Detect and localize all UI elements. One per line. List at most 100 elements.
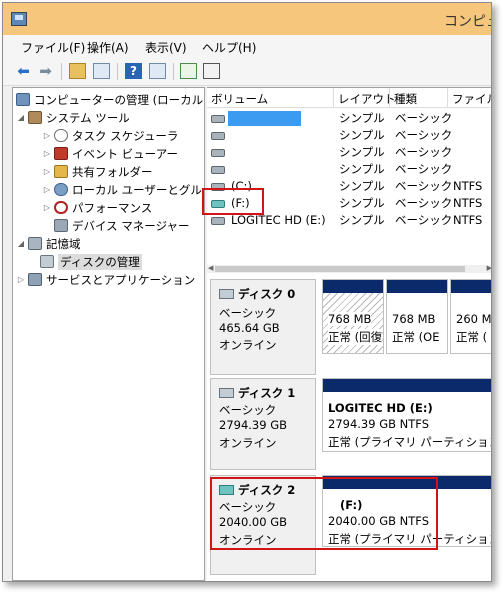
scrollbar-thumb[interactable] <box>215 266 465 272</box>
toolbar-separator <box>117 63 118 80</box>
disk-size: 2794.39 GB <box>219 418 288 432</box>
window-title: コンピュ <box>444 14 491 30</box>
partition-size: 260 M <box>456 312 492 326</box>
toolbar-separator <box>173 63 174 80</box>
tools-icon <box>28 111 42 124</box>
tree-item-event-viewer[interactable]: ▷ イベント ビューアー <box>41 145 178 163</box>
tree-item-local-users[interactable]: ▷ ローカル ユーザーとグループ <box>41 181 204 199</box>
disk-status: オンライン <box>219 338 277 352</box>
column-header-volume[interactable]: ボリューム <box>211 91 268 107</box>
tree-item-disk-management[interactable]: ディスクの管理 <box>39 253 142 271</box>
services-icon <box>28 273 42 286</box>
computer-management-icon <box>11 12 27 26</box>
volume-type: ベーシック <box>395 196 453 210</box>
tree-item-root[interactable]: コンピューターの管理 (ローカル) <box>15 91 205 109</box>
clock-icon <box>54 129 68 142</box>
disk-status: オンライン <box>219 436 277 450</box>
partition-status: 正常 ( <box>456 330 488 344</box>
horizontal-scrollbar[interactable]: ◀ ▶ <box>207 264 491 273</box>
tree-item-label: ディスクの管理 <box>58 254 142 270</box>
volume-type: ベーシック <box>395 162 453 176</box>
expand-arrow-icon[interactable]: ▷ <box>15 271 27 289</box>
column-header-type[interactable]: 種類 <box>394 91 417 107</box>
disk-1: ディスク 1 ベーシック 2794.39 GB オンライン LOGITEC HD… <box>207 378 491 470</box>
volume-filesystem: NTFS <box>453 213 483 227</box>
column-divider[interactable] <box>447 88 448 107</box>
shared-folder-icon <box>54 165 68 178</box>
disk-icon <box>219 388 234 398</box>
volume-filesystem: NTFS <box>453 179 483 193</box>
tree-item-label: コンピューターの管理 (ローカル) <box>34 93 205 107</box>
properties-icon[interactable] <box>203 63 220 79</box>
title-bar[interactable]: コンピュ <box>3 3 491 35</box>
expand-arrow-icon[interactable]: ▷ <box>41 145 53 163</box>
tree-item-device-manager[interactable]: デバイス マネージャー <box>53 217 190 235</box>
show-hide-tree-icon[interactable] <box>93 63 110 79</box>
disk-type: ベーシック <box>219 306 277 320</box>
disk-info-panel[interactable]: ディスク 1 ベーシック 2794.39 GB オンライン <box>210 378 316 470</box>
expand-arrow-icon[interactable]: ▷ <box>41 163 53 181</box>
collapse-arrow-icon[interactable]: ◢ <box>15 109 27 127</box>
partition-bar <box>387 280 447 293</box>
expand-arrow-icon[interactable]: ▷ <box>41 181 53 199</box>
partition[interactable]: 260 M 正常 ( <box>450 279 492 354</box>
show-hide-action-icon[interactable] <box>149 63 166 79</box>
up-folder-icon[interactable] <box>69 63 86 79</box>
selection-highlight <box>228 111 301 126</box>
mmc-window: コンピュ ファイル(F) 操作(A) 表示(V) ヘルプ(H) ⬅ ➡ ? コン… <box>2 2 492 582</box>
tree-item-services[interactable]: ▷ サービスとアプリケーション <box>15 271 195 289</box>
tree-item-shared-folders[interactable]: ▷ 共有フォルダー <box>41 163 153 181</box>
refresh-icon[interactable] <box>180 63 197 79</box>
tree-item-task-scheduler[interactable]: ▷ タスク スケジューラ <box>41 127 178 145</box>
column-header-filesystem[interactable]: ファイル <box>452 91 491 107</box>
tree-item-storage[interactable]: ◢ 記憶域 <box>15 235 81 253</box>
partition-bar <box>323 379 491 392</box>
volume-row[interactable]: シンプル ベーシック <box>207 161 491 178</box>
menu-view[interactable]: 表示(V) <box>145 39 187 56</box>
performance-icon <box>54 201 68 214</box>
collapse-arrow-icon[interactable]: ◢ <box>15 235 27 253</box>
drive-icon <box>211 115 225 123</box>
column-header-layout[interactable]: レイアウト <box>338 91 396 107</box>
volume-row[interactable]: シンプル ベーシック <box>207 110 491 127</box>
partition-bar <box>323 280 383 293</box>
menu-action[interactable]: 操作(A) <box>87 39 129 56</box>
navigation-tree: コンピューターの管理 (ローカル) ◢ システム ツール ▷ タスク スケジューラ … <box>12 87 205 581</box>
volume-layout: シンプル <box>339 179 385 193</box>
help-icon[interactable]: ? <box>125 63 142 79</box>
partition-size: 768 MB <box>328 312 372 326</box>
expand-arrow-icon[interactable]: ▷ <box>41 199 53 217</box>
tree-item-label: デバイス マネージャー <box>72 219 190 233</box>
menu-file[interactable]: ファイル(F) <box>21 39 85 56</box>
computer-icon <box>16 93 30 106</box>
partition[interactable]: 768 MB 正常 (OE <box>386 279 448 354</box>
volume-list-header: ボリューム レイアウト 種類 ファイル <box>207 88 491 108</box>
scroll-left-icon[interactable]: ◀ <box>208 264 213 272</box>
partition-size: 768 MB <box>392 312 436 326</box>
tree-item-label: システム ツール <box>46 111 130 125</box>
highlight-box-disk-2 <box>210 477 438 550</box>
partition[interactable]: LOGITEC HD (E:) 2794.39 GB NTFS 正常 (プライマ… <box>322 378 491 452</box>
partition[interactable]: 768 MB 正常 (回復 <box>322 279 384 354</box>
back-arrow-icon[interactable]: ⬅ <box>15 63 32 79</box>
volume-row[interactable]: シンプル ベーシック <box>207 127 491 144</box>
column-divider[interactable] <box>389 88 390 107</box>
tree-item-label: パフォーマンス <box>72 201 153 215</box>
disk-size: 465.64 GB <box>219 321 280 335</box>
tree-item-system-tools[interactable]: ◢ システム ツール <box>15 109 130 127</box>
column-divider[interactable] <box>333 88 334 107</box>
disk-info-panel[interactable]: ディスク 0 ベーシック 465.64 GB オンライン <box>210 279 316 375</box>
disk-management-icon <box>40 255 54 268</box>
volume-row[interactable]: シンプル ベーシック <box>207 144 491 161</box>
forward-arrow-icon[interactable]: ➡ <box>37 63 54 79</box>
drive-icon <box>211 132 225 140</box>
partition-status: 正常 (OE <box>392 330 440 344</box>
disk-0: ディスク 0 ベーシック 465.64 GB オンライン 768 MB 正常 (… <box>207 279 492 375</box>
scroll-right-icon[interactable]: ▶ <box>487 264 491 272</box>
tree-item-label: タスク スケジューラ <box>72 129 179 143</box>
tree-item-performance[interactable]: ▷ パフォーマンス <box>41 199 152 217</box>
tree-item-label: イベント ビューアー <box>72 147 179 161</box>
partition-status: 正常 (回復 <box>328 329 383 345</box>
expand-arrow-icon[interactable]: ▷ <box>41 127 53 145</box>
menu-help[interactable]: ヘルプ(H) <box>202 39 256 56</box>
